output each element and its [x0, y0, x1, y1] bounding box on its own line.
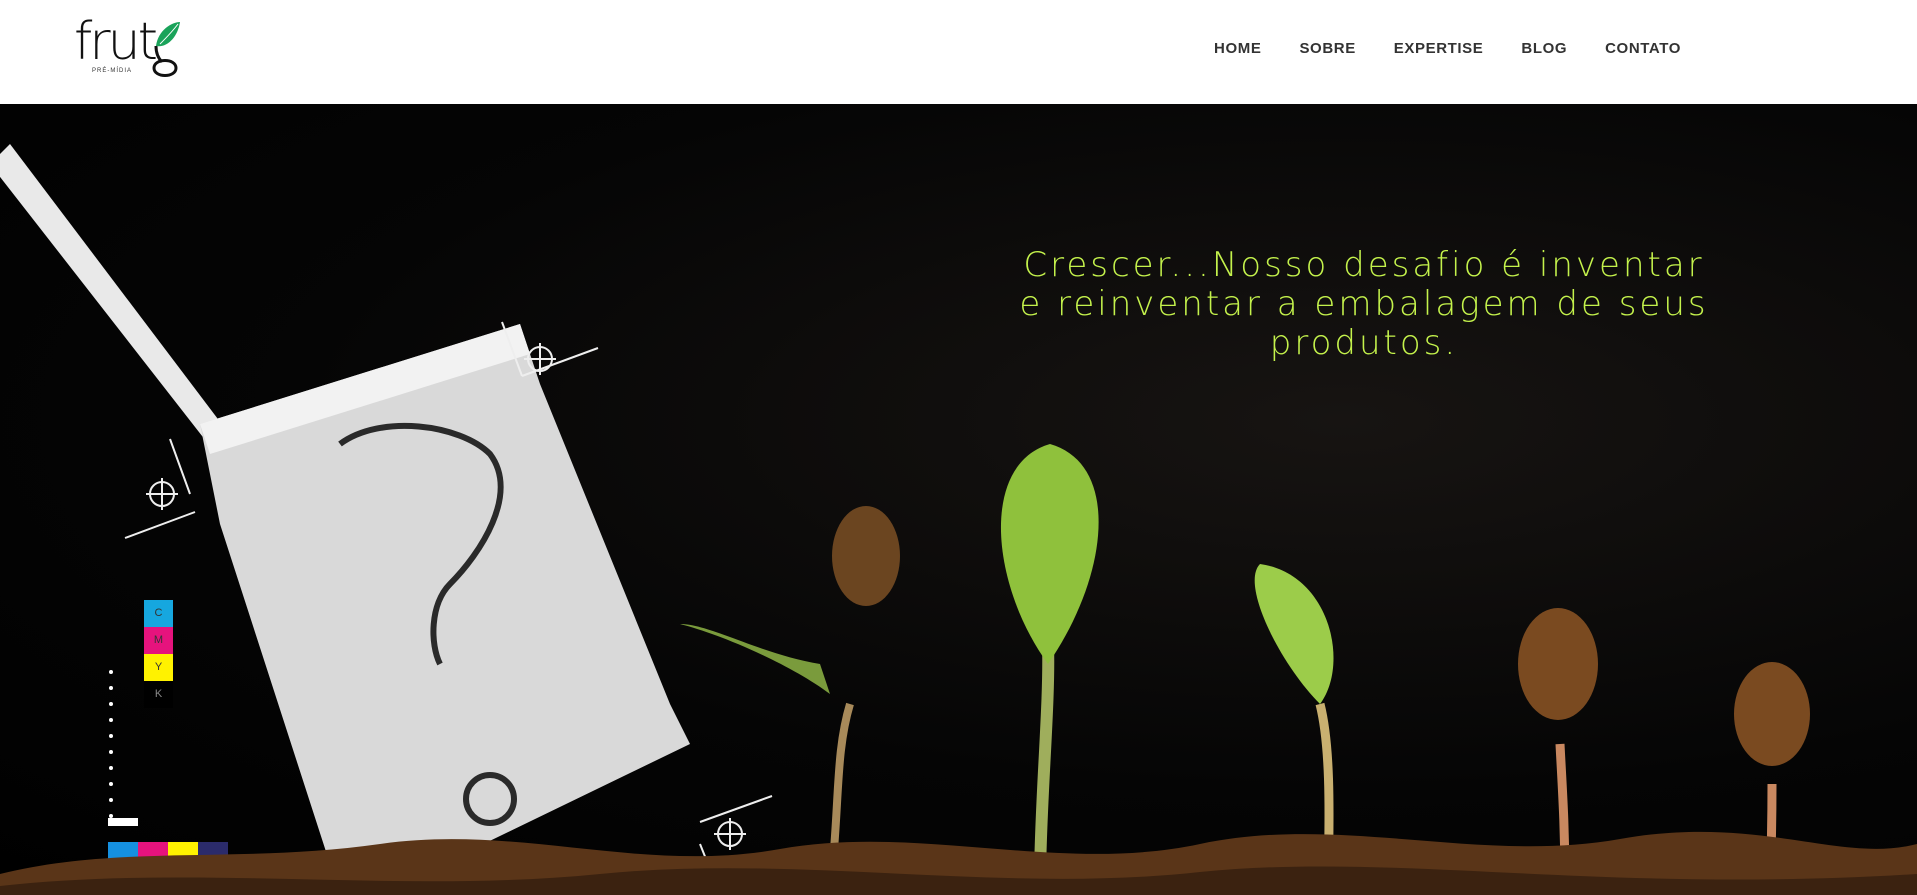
- logo-subtitle: PRÉ-MÍDIA: [92, 68, 133, 74]
- brand-logo[interactable]: frut PRÉ-MÍDIA: [74, 16, 184, 82]
- hero-headline: Crescer...Nosso desafio é inventar e rei…: [1019, 244, 1709, 363]
- nav-contato[interactable]: CONTATO: [1605, 40, 1681, 57]
- nav-blog[interactable]: BLOG: [1521, 40, 1567, 57]
- sachet-package-icon: [200, 324, 690, 894]
- cmyk-magenta: M: [144, 627, 173, 654]
- hero-banner: C M Y K Crescer...Nosso desafio é invent…: [0, 104, 1917, 895]
- cmyk-black: K: [144, 681, 173, 708]
- dotted-line-decoration: [108, 670, 138, 826]
- hero-illustration: [0, 144, 1917, 895]
- soil-ground: [0, 831, 1917, 895]
- main-nav: HOME SOBRE EXPERTISE BLOG CONTATO: [1214, 40, 1681, 57]
- cmyk-yellow: Y: [144, 654, 173, 681]
- sprout-stages-illustration: [680, 444, 1810, 895]
- site-header: frut PRÉ-MÍDIA HOME SOBRE EXPERTISE BLOG…: [0, 0, 1917, 104]
- nav-sobre[interactable]: SOBRE: [1299, 40, 1355, 57]
- sprout-logo-icon: [152, 22, 180, 77]
- nav-expertise[interactable]: EXPERTISE: [1394, 40, 1484, 57]
- logo-wordmark: frut: [74, 12, 158, 72]
- cmyk-cyan: C: [144, 600, 173, 627]
- nav-home[interactable]: HOME: [1214, 40, 1261, 57]
- cmyk-swatch: C M Y K: [144, 600, 173, 708]
